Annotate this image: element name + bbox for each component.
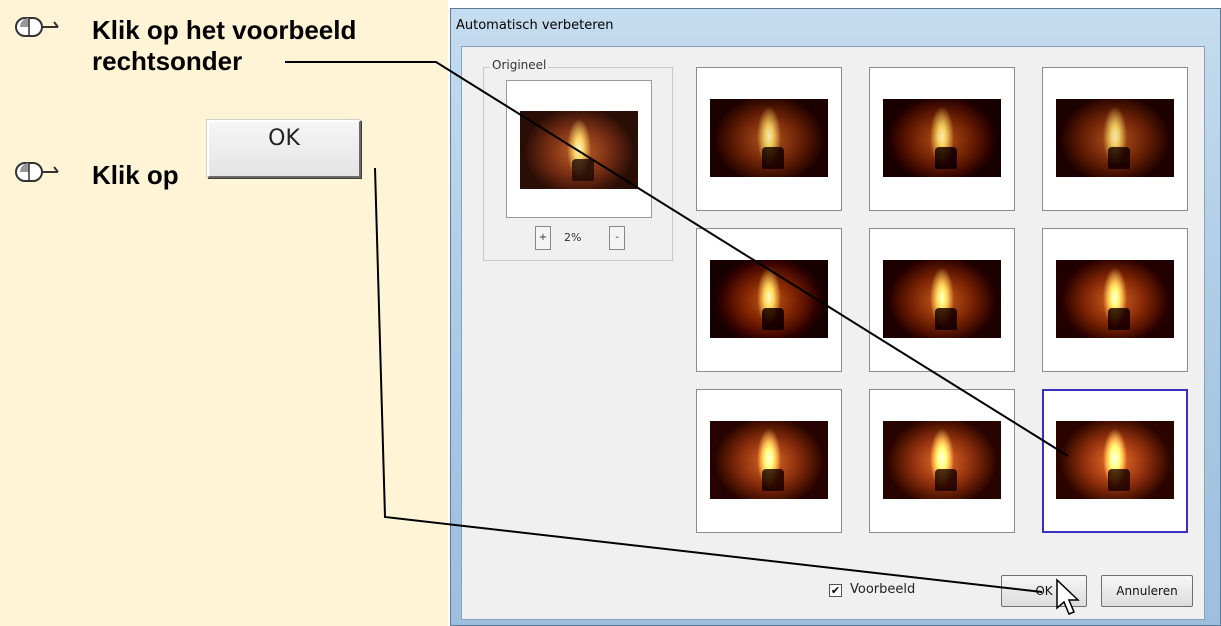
variant-thumbnail[interactable] (1042, 67, 1188, 211)
ok-button-illustration: OK (207, 120, 361, 178)
ok-button[interactable]: OK (1001, 575, 1087, 607)
mouse-left-click-icon (15, 17, 59, 37)
zoom-value: 2% (564, 231, 582, 244)
variant-thumbnail[interactable] (869, 389, 1015, 533)
step2-text: Klik op (92, 160, 179, 190)
zoom-out-button[interactable]: - (609, 226, 625, 250)
variant-thumbnail[interactable] (696, 228, 842, 372)
variant-photo (883, 99, 1001, 177)
step1-line2: rechtsonder (92, 46, 243, 76)
variant-thumbnail-selected[interactable] (1042, 389, 1188, 533)
variant-photo (710, 421, 828, 499)
instruction-panel (0, 0, 448, 626)
preview-checkbox[interactable]: ✔ (829, 584, 842, 597)
cancel-button[interactable]: Annuleren (1101, 575, 1193, 607)
original-group-label: Origineel (490, 58, 549, 72)
original-photo (520, 111, 638, 189)
variant-photo (710, 260, 828, 338)
variant-photo (710, 99, 828, 177)
mouse-left-click-icon (15, 162, 59, 182)
original-preview (506, 80, 652, 218)
preview-checkbox-label: Voorbeeld (850, 582, 916, 597)
dialog-title: Automatisch verbeteren (456, 18, 614, 33)
variant-photo (1056, 421, 1174, 499)
zoom-in-button[interactable]: + (535, 226, 551, 250)
variant-thumbnail[interactable] (1042, 228, 1188, 372)
step1-line1: Klik op het voorbeeld (92, 15, 357, 45)
variant-photo (883, 421, 1001, 499)
variant-photo (883, 260, 1001, 338)
variant-thumbnail[interactable] (869, 228, 1015, 372)
variant-photo (1056, 99, 1174, 177)
variant-photo (1056, 260, 1174, 338)
variant-thumbnail[interactable] (696, 67, 842, 211)
variant-thumbnail[interactable] (696, 389, 842, 533)
variant-thumbnail[interactable] (869, 67, 1015, 211)
